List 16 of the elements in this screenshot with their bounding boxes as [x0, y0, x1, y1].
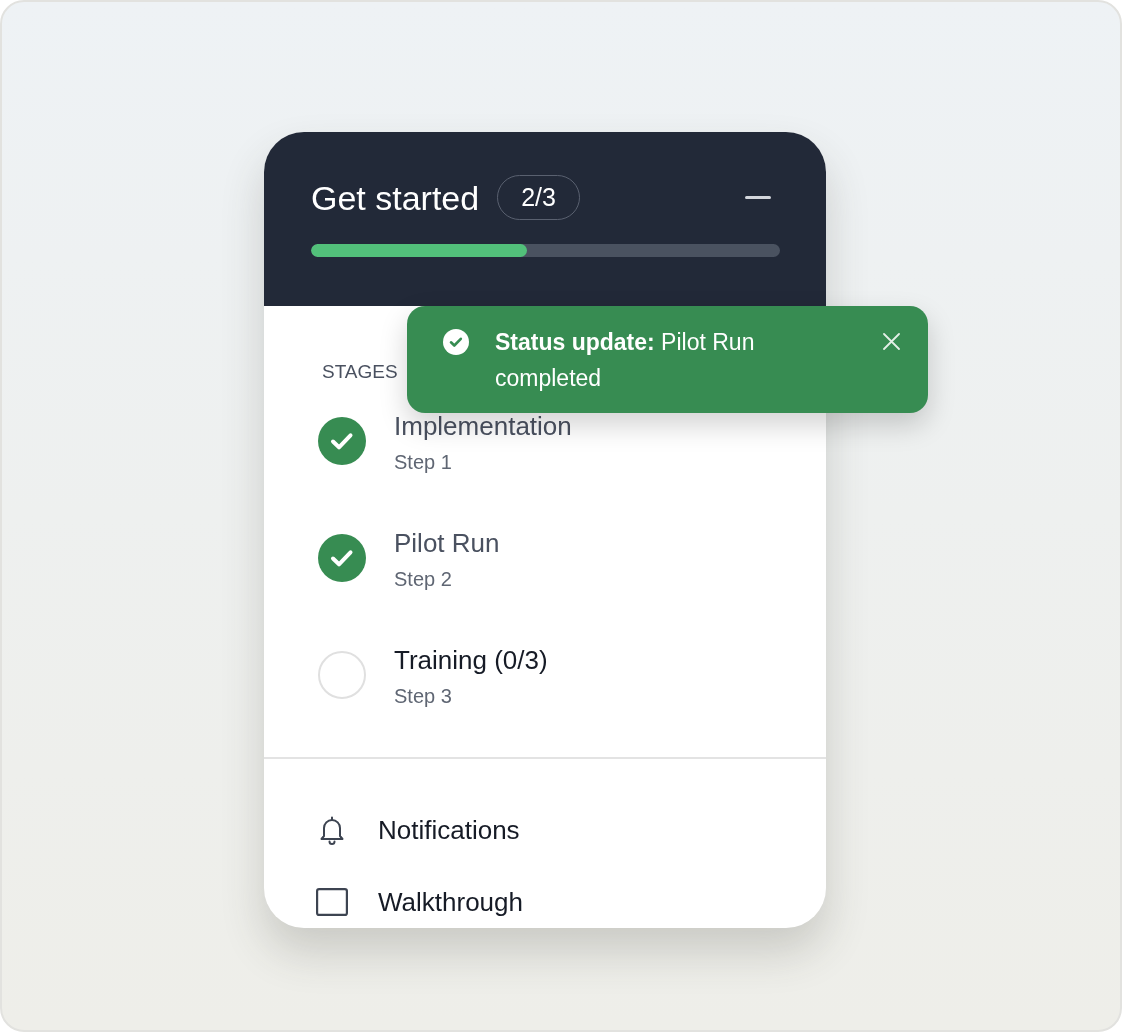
check-circle-icon — [443, 329, 469, 355]
stage-step: Step 3 — [394, 683, 452, 709]
menu-item[interactable]: Walkthrough — [316, 886, 523, 918]
rectangle-icon — [316, 888, 348, 916]
toast-message: Status update: Pilot Run completed — [495, 328, 756, 393]
menu-item[interactable]: Notifications — [316, 814, 520, 846]
stage-title: Implementation — [394, 411, 572, 441]
section-label: STAGES — [322, 360, 398, 384]
stage-title: Pilot Run — [394, 528, 500, 558]
stage-title: Training (0/3) — [394, 645, 548, 675]
close-icon[interactable] — [883, 333, 900, 350]
stage-step: Step 2 — [394, 566, 452, 592]
stage-step: Step 1 — [394, 449, 452, 475]
panel-title: Get started — [311, 177, 480, 218]
minus-icon[interactable] — [745, 196, 771, 199]
bell-icon — [318, 815, 346, 845]
